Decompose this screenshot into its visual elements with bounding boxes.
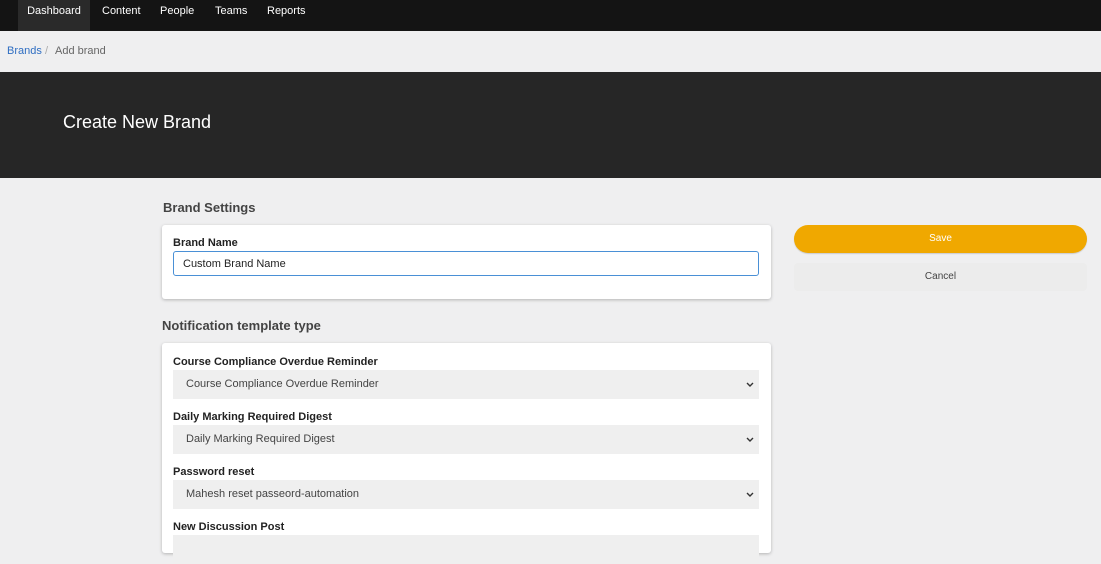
save-button[interactable]: Save (794, 225, 1087, 253)
breadcrumb: Brands / Add brand (0, 31, 1101, 72)
course-compliance-select-value: Course Compliance Overdue Reminder (186, 378, 379, 390)
cancel-button[interactable]: Cancel (794, 263, 1087, 291)
breadcrumb-separator: / (45, 45, 49, 57)
nav-item-people[interactable]: People (160, 0, 194, 31)
chevron-down-icon (746, 382, 754, 387)
page-title: Create New Brand (63, 112, 212, 132)
brand-settings-card: Brand Name (162, 225, 771, 299)
daily-marking-select[interactable]: Daily Marking Required Digest (173, 425, 759, 454)
new-discussion-post-select[interactable] (173, 535, 759, 564)
password-reset-select-value: Mahesh reset passeord-automation (186, 488, 360, 500)
page-header: Create New Brand (0, 72, 1101, 178)
notification-label-course-compliance: Course Compliance Overdue Reminder (173, 356, 378, 368)
nav-item-teams[interactable]: Teams (215, 0, 247, 31)
top-navigation-bar: Dashboard Content People Teams Reports (0, 0, 1101, 31)
notification-label-new-discussion-post: New Discussion Post (173, 521, 285, 533)
nav-item-content[interactable]: Content (102, 0, 141, 31)
brand-settings-heading: Brand Settings (163, 200, 256, 215)
notification-template-heading: Notification template type (162, 318, 321, 333)
notification-template-card: Course Compliance Overdue Reminder Cours… (162, 343, 771, 564)
notification-label-password-reset: Password reset (173, 466, 255, 478)
nav-item-dashboard[interactable]: Dashboard (18, 0, 90, 31)
notification-label-daily-marking: Daily Marking Required Digest (173, 411, 332, 423)
breadcrumb-link-brands[interactable]: Brands (7, 31, 42, 72)
brand-name-input[interactable] (173, 251, 759, 276)
brand-name-label: Brand Name (173, 237, 238, 249)
password-reset-select[interactable]: Mahesh reset passeord-automation (173, 480, 759, 509)
nav-item-reports[interactable]: Reports (267, 0, 306, 31)
chevron-down-icon (746, 492, 754, 497)
course-compliance-select[interactable]: Course Compliance Overdue Reminder (173, 370, 759, 399)
chevron-down-icon (746, 437, 754, 442)
daily-marking-select-value: Daily Marking Required Digest (186, 433, 335, 445)
breadcrumb-current: Add brand (55, 45, 106, 57)
